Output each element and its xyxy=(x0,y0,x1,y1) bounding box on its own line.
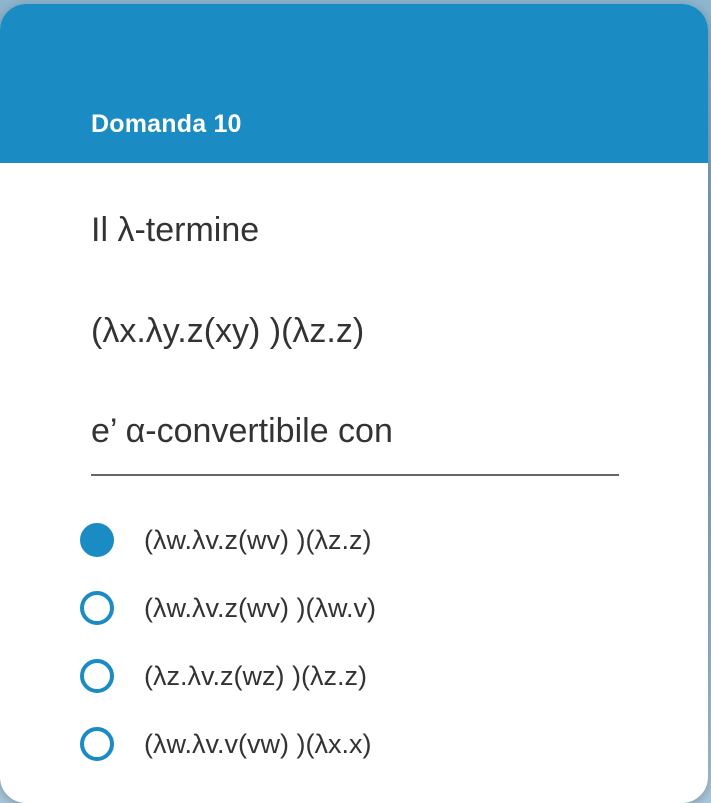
divider xyxy=(91,474,619,476)
answer-option-3[interactable]: (λz.λv.z(wz) )(λz.z) xyxy=(80,654,367,698)
question-dialog: Domanda 10 Il λ-termine (λx.λy.z(xy) )(λ… xyxy=(0,4,708,803)
radio-button[interactable] xyxy=(80,727,114,761)
answer-option-4[interactable]: (λw.λv.v(vw) )(λx.x) xyxy=(80,722,371,766)
radio-button[interactable] xyxy=(80,659,114,693)
answer-option-label: (λz.λv.z(wz) )(λz.z) xyxy=(144,660,367,691)
answer-option-label: (λw.λv.z(wv) )(λz.z) xyxy=(144,524,372,555)
question-text-line-1: Il λ-termine xyxy=(91,211,260,249)
answer-option-2[interactable]: (λw.λv.z(wv) )(λw.v) xyxy=(80,586,376,630)
question-lambda-term: (λx.λy.z(xy) )(λz.z) xyxy=(91,312,365,350)
answer-option-label: (λw.λv.v(vw) )(λx.x) xyxy=(144,728,372,759)
question-text-line-3: e’ α-convertibile con xyxy=(91,412,393,450)
dialog-header: Domanda 10 xyxy=(0,4,708,163)
dialog-title: Domanda 10 xyxy=(91,110,242,138)
radio-button-selected[interactable] xyxy=(80,523,114,557)
answer-option-1[interactable]: (λw.λv.z(wv) )(λz.z) xyxy=(80,518,371,562)
answer-option-label: (λw.λv.z(wv) )(λw.v) xyxy=(144,592,376,623)
radio-button[interactable] xyxy=(80,591,114,625)
